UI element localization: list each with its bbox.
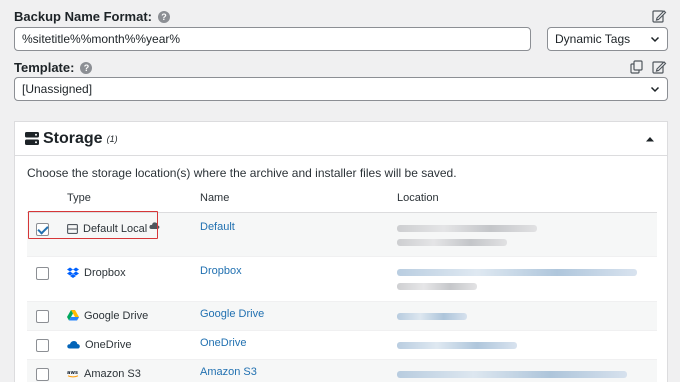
help-icon[interactable]: ?	[80, 61, 93, 74]
type-cell: aws Amazon S3	[67, 367, 141, 380]
storage-panel-header[interactable]: Storage (1)	[15, 122, 667, 156]
table-row[interactable]: aws Amazon S3 Amazon S3	[27, 359, 657, 382]
storage-name-link[interactable]: Amazon S3	[200, 366, 257, 378]
column-name: Name	[200, 184, 397, 213]
backup-name-input[interactable]: %sitetitle%%month%%year%	[14, 27, 531, 51]
type-cell: OneDrive	[67, 339, 200, 351]
storage-count: (1)	[106, 133, 118, 144]
type-cell: Dropbox	[67, 267, 200, 279]
location-cell	[397, 212, 657, 257]
column-type: Type	[67, 184, 200, 213]
backup-name-label: Backup Name Format: ?	[14, 9, 170, 24]
edit-icon[interactable]	[651, 8, 667, 24]
row-checkbox[interactable]	[36, 266, 49, 280]
table-row[interactable]: Google Drive Google Drive	[27, 301, 657, 331]
storage-name-link[interactable]: OneDrive	[200, 337, 246, 349]
onedrive-icon	[67, 341, 80, 349]
chevron-down-icon	[650, 36, 660, 43]
storage-name-link[interactable]: Default	[200, 221, 235, 233]
row-checkbox[interactable]	[36, 309, 49, 323]
storage-panel: Storage (1) Choose the storage location(…	[14, 121, 668, 382]
template-select[interactable]: [Unassigned]	[14, 77, 668, 101]
table-header-row: Type Name Location	[27, 184, 657, 213]
copy-icon[interactable]	[629, 59, 645, 75]
row-checkbox[interactable]	[36, 367, 49, 381]
storage-description: Choose the storage location(s) where the…	[27, 166, 457, 180]
blurred-location	[397, 282, 477, 290]
template-label: Template: ?	[14, 60, 93, 75]
svg-text:aws: aws	[67, 370, 78, 376]
column-location: Location	[397, 184, 657, 213]
location-cell	[397, 359, 657, 382]
location-cell	[397, 301, 657, 331]
edit-icon[interactable]	[651, 59, 667, 75]
storage-title: Storage	[43, 129, 103, 147]
aws-icon: aws	[67, 370, 79, 378]
collapse-arrow-icon[interactable]	[645, 135, 655, 143]
help-icon[interactable]: ?	[157, 10, 170, 23]
blurred-location	[397, 370, 627, 378]
blurred-location	[397, 224, 537, 232]
storage-name-link[interactable]: Google Drive	[200, 308, 264, 320]
storage-icon	[25, 132, 39, 145]
blurred-location	[397, 312, 467, 320]
blurred-location	[397, 341, 517, 349]
table-row[interactable]: OneDrive OneDrive	[27, 330, 657, 360]
blurred-location	[397, 268, 637, 276]
location-cell	[397, 330, 657, 360]
selection-highlight	[28, 211, 158, 239]
dropbox-icon	[67, 267, 79, 278]
type-cell: Google Drive	[67, 310, 200, 322]
row-checkbox[interactable]	[36, 338, 49, 352]
table-row[interactable]: Dropbox Dropbox	[27, 256, 657, 302]
location-cell	[397, 256, 657, 302]
blurred-location	[397, 238, 507, 246]
dynamic-tags-select[interactable]: Dynamic Tags	[547, 27, 668, 51]
google-drive-icon	[67, 310, 79, 321]
storage-name-link[interactable]: Dropbox	[200, 265, 242, 277]
chevron-down-icon	[650, 86, 660, 93]
